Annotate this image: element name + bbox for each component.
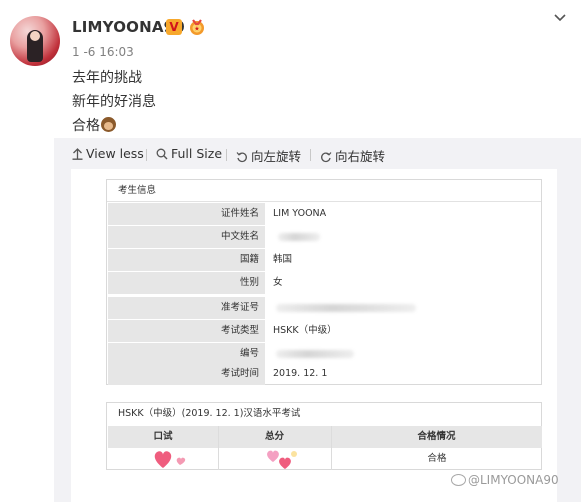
info-row: 考试时间 2019. 12. 1 <box>108 363 542 385</box>
info-row: 考试类型 HSKK（中级） <box>108 320 542 342</box>
rotate-left-button[interactable]: 向左旋转 <box>236 146 301 165</box>
info-label: 中文姓名 <box>108 226 265 248</box>
certificate-image[interactable]: 考生信息 证件姓名 LIM YOONA 中文姓名 国籍 韩国 性别 女 准考证号 <box>71 169 557 502</box>
post-text-last: 合格 <box>72 118 100 134</box>
full-size-label: Full Size <box>171 146 223 161</box>
hearts-sticker-icon <box>267 450 297 469</box>
view-less-label: View less <box>86 146 144 161</box>
info-value: 女 <box>273 277 283 288</box>
result-status: 合格 <box>427 453 447 464</box>
rotate-left-label: 向左旋转 <box>251 149 302 164</box>
info-label: 考试类型 <box>108 320 265 342</box>
info-value: LIM YOONA <box>273 208 327 219</box>
weibo-logo-icon <box>451 474 466 486</box>
section-title: 考生信息 <box>107 180 541 202</box>
info-value: 2019. 12. 1 <box>273 368 328 379</box>
monkey-emoji-icon <box>101 117 116 132</box>
column-header: 总分 <box>264 431 284 442</box>
info-row: 中文姓名 <box>108 226 542 248</box>
candidate-info-card: 考生信息 证件姓名 LIM YOONA 中文姓名 国籍 韩国 性别 女 准考证号 <box>106 179 542 385</box>
rotate-left-icon <box>236 152 247 163</box>
medal-icon: ★ <box>190 19 204 35</box>
result-title: HSKK（中级）(2019. 12. 1)汉语水平考试 <box>118 408 301 419</box>
table-divider <box>218 426 219 470</box>
media-panel: View less Full Size 向左旋转 向右旋转 考生信息 证件姓名 … <box>54 138 581 502</box>
rotate-right-button[interactable]: 向右旋转 <box>320 146 385 165</box>
toolbar-divider <box>310 149 311 161</box>
user-avatar[interactable] <box>10 16 60 66</box>
info-label: 编号 <box>108 343 265 365</box>
info-label: 国籍 <box>108 249 265 271</box>
redacted-value <box>276 304 416 312</box>
post-text-line: 合格 <box>72 115 116 135</box>
full-size-button[interactable]: Full Size <box>156 146 222 161</box>
column-header: 口试 <box>153 431 173 442</box>
info-row: 准考证号 <box>108 297 542 319</box>
exam-result-card: HSKK（中级）(2019. 12. 1)汉语水平考试 口试 总分 合格情况 合… <box>106 402 542 470</box>
info-row: 国籍 韩国 <box>108 249 542 271</box>
watermark: @LIMYOONA90 <box>451 473 559 487</box>
info-row: 编号 <box>108 343 542 365</box>
hearts-sticker-icon <box>154 451 186 468</box>
info-label: 证件姓名 <box>108 203 265 225</box>
info-row: 证件姓名 LIM YOONA <box>108 203 542 225</box>
rotate-right-icon <box>321 152 332 163</box>
info-value: HSKK（中级） <box>273 325 337 336</box>
info-row: 性别 女 <box>108 272 542 294</box>
redacted-value <box>278 233 320 241</box>
search-icon <box>156 148 168 160</box>
result-table-header: 口试 总分 合格情况 <box>108 426 542 448</box>
info-label: 性别 <box>108 272 265 294</box>
rotate-right-label: 向右旋转 <box>335 149 386 164</box>
image-toolbar: View less Full Size 向左旋转 向右旋转 <box>54 138 581 170</box>
verified-icon: V <box>166 19 182 35</box>
redacted-value <box>276 350 354 358</box>
info-label: 考试时间 <box>108 363 265 385</box>
column-header: 合格情况 <box>417 431 456 442</box>
info-label: 准考证号 <box>108 297 265 319</box>
arrow-up-icon <box>72 148 83 160</box>
avatar-face <box>30 31 40 41</box>
view-less-button[interactable]: View less <box>72 146 144 161</box>
chevron-down-icon[interactable] <box>552 10 568 26</box>
post-timestamp[interactable]: 1 -6 16:03 <box>72 45 134 59</box>
post-text-line: 新年的好消息 <box>72 94 156 110</box>
toolbar-divider <box>146 149 147 161</box>
watermark-text: @LIMYOONA90 <box>468 473 559 487</box>
post-text-line: 去年的挑战 <box>72 70 142 86</box>
info-value: 韩国 <box>273 254 293 265</box>
svg-text:★: ★ <box>194 26 199 33</box>
toolbar-divider <box>226 149 227 161</box>
